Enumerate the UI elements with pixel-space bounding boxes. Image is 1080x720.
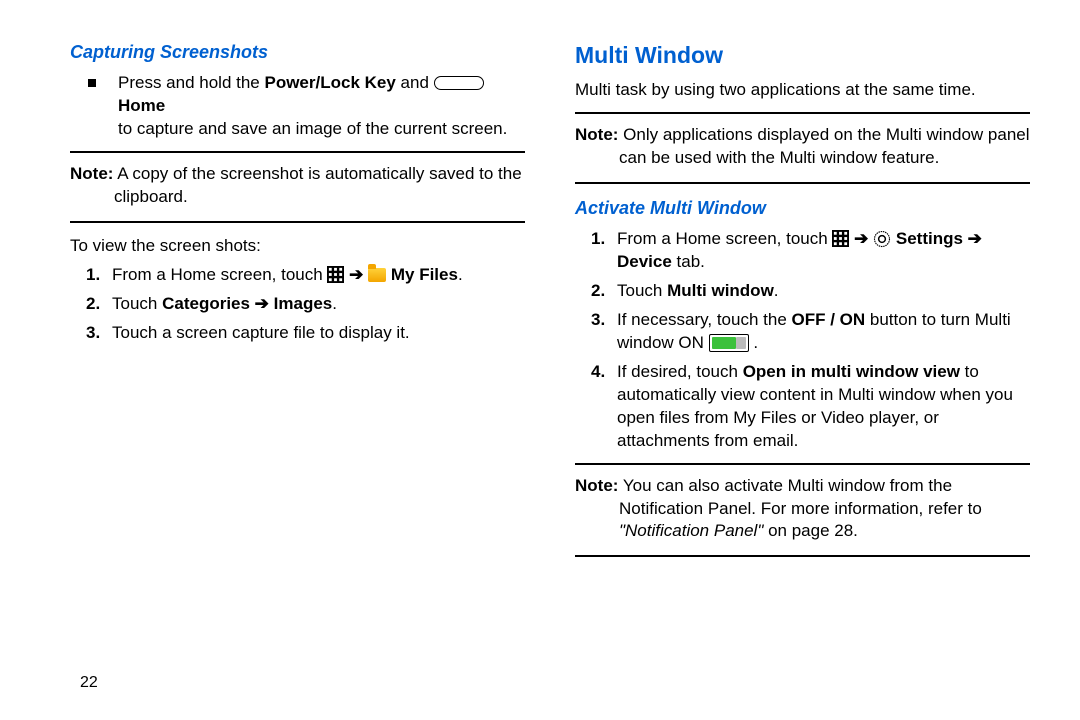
- step-text: If necessary, touch the OFF / ON button …: [617, 309, 1030, 355]
- step-text: Touch a screen capture file to display i…: [112, 322, 525, 345]
- step-number: 3.: [591, 309, 617, 332]
- text: to capture and save an image of the curr…: [118, 119, 507, 138]
- list-item: 1. From a Home screen, touch ➔ Settings …: [591, 228, 1030, 274]
- bullet-icon: [88, 79, 96, 87]
- step-number: 2.: [591, 280, 617, 303]
- apps-grid-icon: [327, 266, 344, 283]
- note-text: on page 28.: [763, 521, 858, 540]
- heading-multi-window: Multi Window: [575, 40, 1030, 71]
- step-text: Touch Categories ➔ Images.: [112, 293, 525, 316]
- list-item: 3. Touch a screen capture file to displa…: [86, 322, 525, 345]
- text: From a Home screen, touch: [112, 265, 327, 284]
- text-bold: Open in multi window view: [743, 362, 960, 381]
- text-bold: Power/Lock Key: [264, 73, 395, 92]
- manual-page: Capturing Screenshots Press and hold the…: [0, 0, 1080, 720]
- text: From a Home screen, touch: [617, 229, 832, 248]
- arrow-icon: ➔: [854, 229, 873, 248]
- text: .: [332, 294, 337, 313]
- text: Touch: [617, 281, 667, 300]
- page-number: 22: [80, 672, 98, 694]
- note-label: Note:: [575, 125, 618, 144]
- intro-text: Multi task by using two applications at …: [575, 79, 1030, 102]
- note-block: Note: You can also activate Multi window…: [575, 463, 1030, 558]
- folder-icon: [368, 268, 386, 282]
- arrow-icon: ➔: [349, 265, 368, 284]
- step-number: 3.: [86, 322, 112, 345]
- right-column: Multi Window Multi task by using two app…: [550, 40, 1030, 700]
- text-bold: Multi window: [667, 281, 774, 300]
- gear-icon: [873, 230, 891, 248]
- text: .: [458, 265, 463, 284]
- steps-list: 1. From a Home screen, touch ➔ My Files.…: [70, 264, 525, 345]
- step-text: If desired, touch Open in multi window v…: [617, 361, 1030, 453]
- note-label: Note:: [70, 164, 113, 183]
- step-number: 2.: [86, 293, 112, 316]
- step-number: 1.: [86, 264, 112, 287]
- text-bold: OFF / ON: [792, 310, 866, 329]
- note-block: Note: Only applications displayed on the…: [575, 112, 1030, 184]
- bullet-item: Press and hold the Power/Lock Key and Ho…: [70, 72, 525, 141]
- home-key-icon: [434, 76, 484, 90]
- text: If necessary, touch the: [617, 310, 792, 329]
- text-bold: Settings ➔: [896, 229, 982, 248]
- text-bold: Home: [118, 96, 165, 115]
- text: tab.: [672, 252, 705, 271]
- apps-grid-icon: [832, 230, 849, 247]
- steps-list: 1. From a Home screen, touch ➔ Settings …: [575, 228, 1030, 452]
- text-bold: Categories ➔ Images: [162, 294, 332, 313]
- bullet-text: Press and hold the Power/Lock Key and Ho…: [118, 72, 525, 141]
- toggle-on-icon: [709, 334, 749, 352]
- text: Press and hold the: [118, 73, 264, 92]
- text: .: [753, 333, 758, 352]
- note-text: A copy of the screenshot is automaticall…: [113, 164, 521, 206]
- note-text: You can also activate Multi window from …: [618, 476, 981, 518]
- step-text: From a Home screen, touch ➔ My Files.: [112, 264, 525, 287]
- intro-text: To view the screen shots:: [70, 235, 525, 258]
- text: .: [774, 281, 779, 300]
- left-column: Capturing Screenshots Press and hold the…: [70, 40, 550, 700]
- note-text-italic: "Notification Panel": [619, 521, 763, 540]
- subheading-activate-multi-window: Activate Multi Window: [575, 196, 1030, 220]
- text: Touch: [112, 294, 162, 313]
- text-bold: My Files: [391, 265, 458, 284]
- text: If desired, touch: [617, 362, 743, 381]
- step-number: 4.: [591, 361, 617, 384]
- step-text: Touch Multi window.: [617, 280, 1030, 303]
- list-item: 1. From a Home screen, touch ➔ My Files.: [86, 264, 525, 287]
- note-block: Note: A copy of the screenshot is automa…: [70, 151, 525, 223]
- list-item: 2. Touch Multi window.: [591, 280, 1030, 303]
- list-item: 2. Touch Categories ➔ Images.: [86, 293, 525, 316]
- step-text: From a Home screen, touch ➔ Settings ➔ D…: [617, 228, 1030, 274]
- text-bold: Device: [617, 252, 672, 271]
- note-label: Note:: [575, 476, 618, 495]
- list-item: 4. If desired, touch Open in multi windo…: [591, 361, 1030, 453]
- list-item: 3. If necessary, touch the OFF / ON butt…: [591, 309, 1030, 355]
- step-number: 1.: [591, 228, 617, 251]
- note-text: Only applications displayed on the Multi…: [618, 125, 1029, 167]
- text: and: [396, 73, 434, 92]
- subheading-capturing-screenshots: Capturing Screenshots: [70, 40, 525, 64]
